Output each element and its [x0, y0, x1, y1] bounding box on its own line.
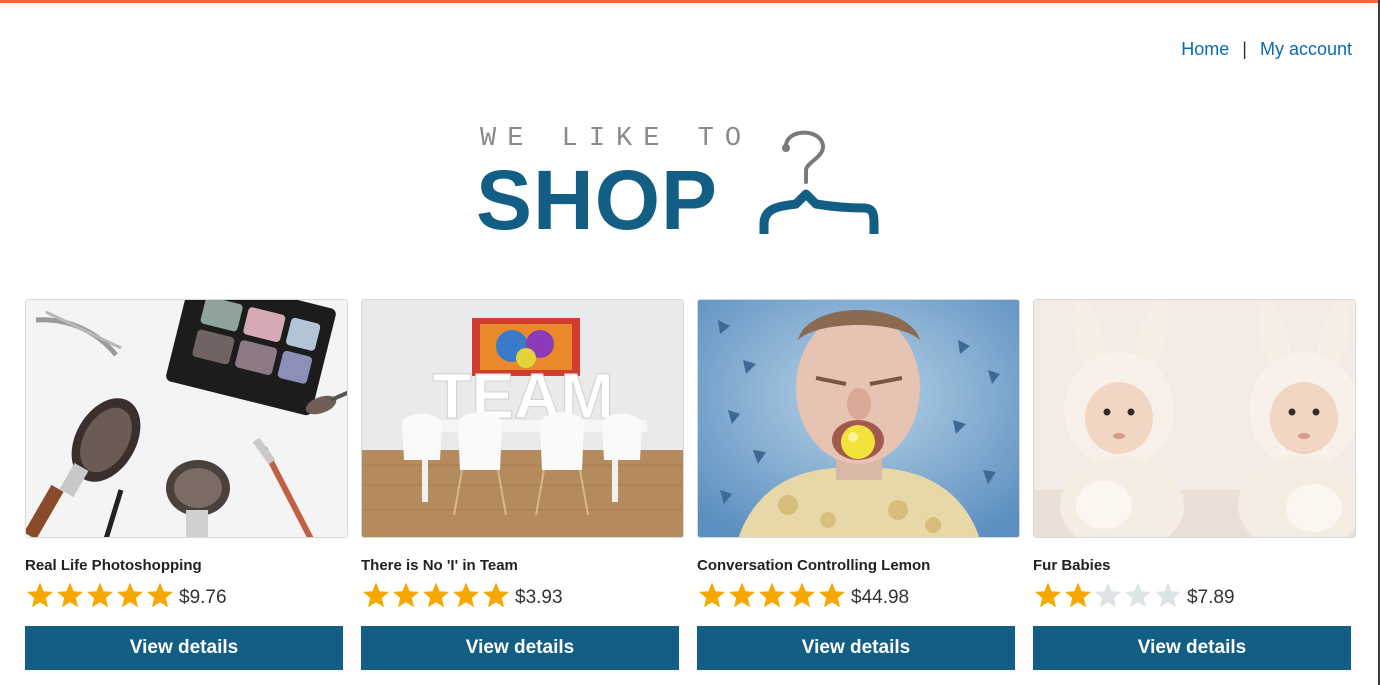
- star-filled-icon: [789, 582, 815, 608]
- star-rating: [697, 581, 847, 609]
- team-office-image: TEAM: [362, 300, 683, 537]
- nav-separator: |: [1242, 39, 1247, 59]
- view-details-button[interactable]: View details: [25, 626, 343, 670]
- header-nav: Home | My account: [1181, 39, 1352, 60]
- star-rating: [1033, 581, 1183, 609]
- product-image[interactable]: [25, 299, 348, 538]
- rating-row: $44.98: [697, 581, 909, 609]
- star-filled-icon: [117, 582, 143, 608]
- view-details-button[interactable]: View details: [1033, 626, 1351, 670]
- product-price: $44.98: [851, 587, 910, 608]
- rating-row: $9.76: [25, 581, 227, 609]
- star-rating: [25, 581, 175, 609]
- star-filled-icon: [699, 582, 725, 608]
- product-image[interactable]: [697, 299, 1020, 538]
- product-price: $3.93: [515, 587, 563, 608]
- product-price: $9.76: [179, 587, 227, 608]
- view-details-button[interactable]: View details: [697, 626, 1015, 670]
- product-card: Conversation Controlling Lemon $44.98 Vi…: [697, 299, 1020, 670]
- lemon-face-image: [698, 300, 1019, 537]
- product-card: Fur Babies $7.89 View details: [1033, 299, 1356, 670]
- product-title[interactable]: Conversation Controlling Lemon: [697, 557, 930, 574]
- rating-row: $3.93: [361, 581, 563, 609]
- star-empty-icon: [1095, 582, 1121, 608]
- home-link[interactable]: Home: [1181, 39, 1229, 60]
- star-filled-icon: [483, 582, 509, 608]
- shop-logo[interactable]: WE LIKE TO SHOP: [476, 118, 908, 247]
- star-rating: [361, 581, 511, 609]
- star-empty-icon: [1155, 582, 1181, 608]
- babies-bunny-image: [1034, 300, 1355, 537]
- star-filled-icon: [147, 582, 173, 608]
- my-account-link[interactable]: My account: [1260, 39, 1352, 60]
- product-title[interactable]: Fur Babies: [1033, 557, 1111, 574]
- star-filled-icon: [57, 582, 83, 608]
- view-details-button[interactable]: View details: [361, 626, 679, 670]
- makeup-brushes-image: [26, 300, 347, 537]
- star-filled-icon: [87, 582, 113, 608]
- product-image[interactable]: [1033, 299, 1356, 538]
- rating-row: $7.89: [1033, 581, 1235, 609]
- star-filled-icon: [759, 582, 785, 608]
- star-filled-icon: [729, 582, 755, 608]
- star-empty-icon: [1125, 582, 1151, 608]
- product-title[interactable]: There is No 'I' in Team: [361, 557, 518, 574]
- logo-tagline: WE LIKE TO: [480, 124, 753, 154]
- top-accent-bar: [0, 0, 1380, 3]
- star-filled-icon: [453, 582, 479, 608]
- product-price: $7.89: [1187, 587, 1235, 608]
- star-filled-icon: [423, 582, 449, 608]
- product-card: TEAM There is No 'I' in Team $3.93 View …: [361, 299, 684, 670]
- product-card: Real Life Photoshopping $9.76 View detai…: [25, 299, 348, 670]
- hanger-icon: [759, 130, 879, 234]
- star-filled-icon: [1065, 582, 1091, 608]
- star-filled-icon: [1035, 582, 1061, 608]
- star-filled-icon: [363, 582, 389, 608]
- product-title[interactable]: Real Life Photoshopping: [25, 557, 202, 574]
- star-filled-icon: [819, 582, 845, 608]
- star-filled-icon: [393, 582, 419, 608]
- logo-brand: SHOP: [476, 153, 719, 247]
- product-image[interactable]: TEAM: [361, 299, 684, 538]
- star-filled-icon: [27, 582, 53, 608]
